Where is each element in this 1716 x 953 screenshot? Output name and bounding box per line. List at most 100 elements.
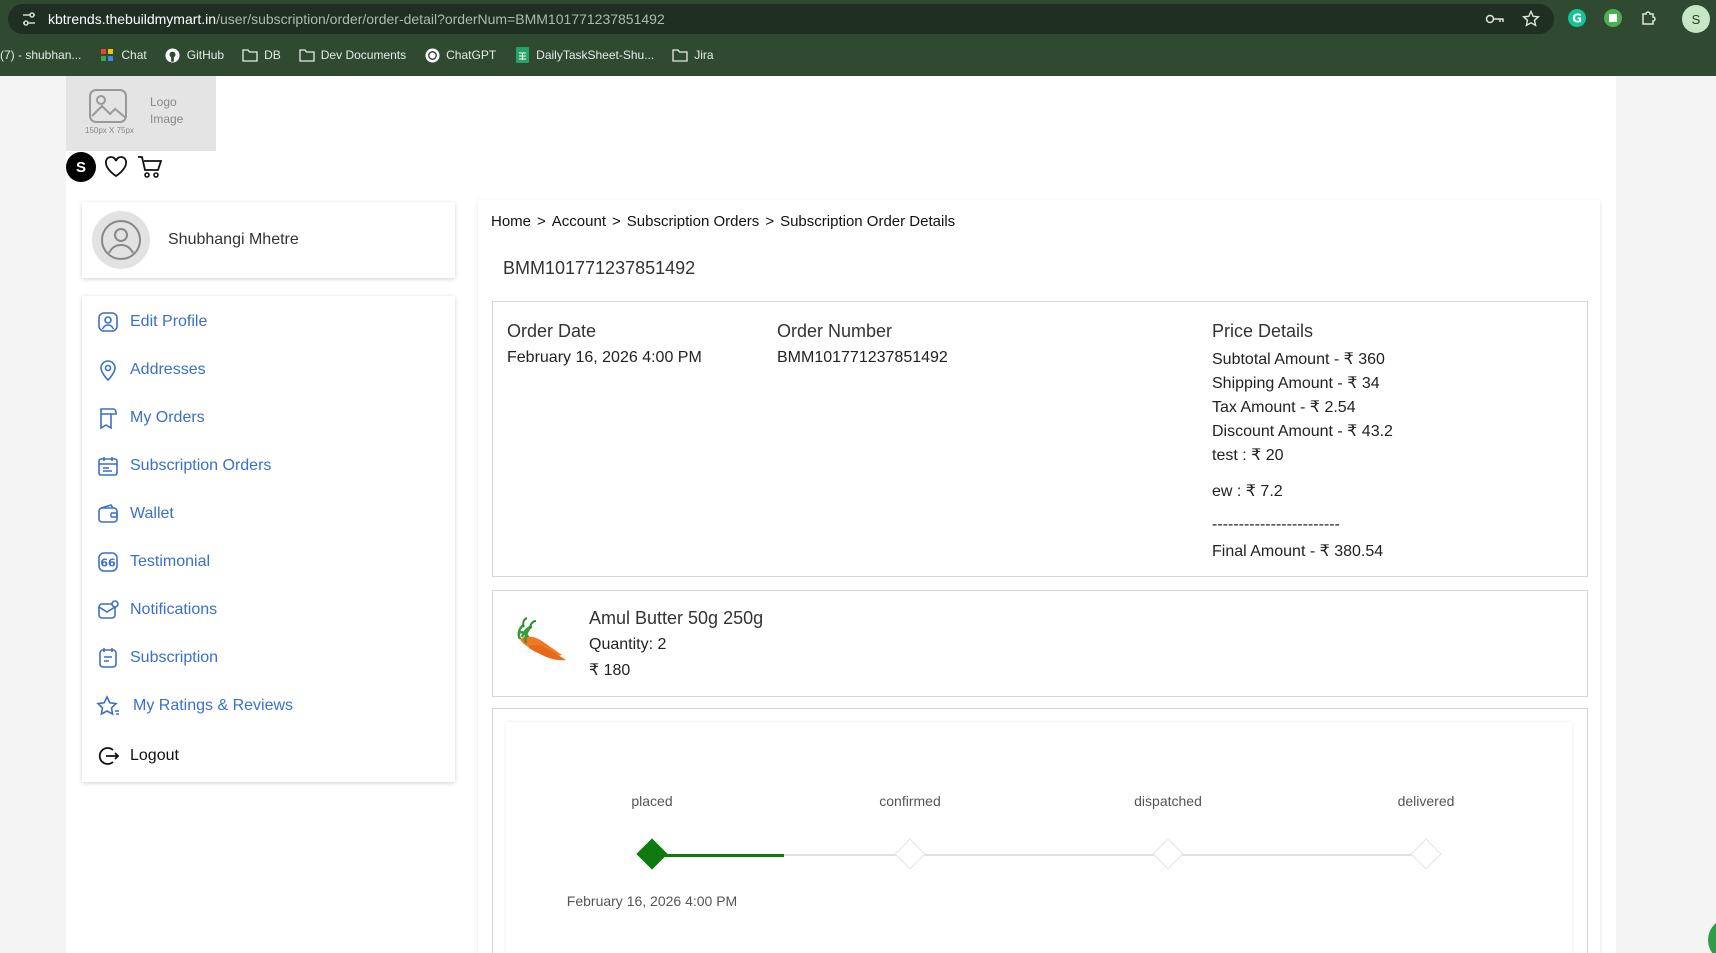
grammarly-icon[interactable]: G [1565, 6, 1589, 30]
price-shipping: Shipping Amount - ₹ 34 [1212, 375, 1380, 392]
logo-size-note: 150px X 75px [85, 126, 134, 135]
mail-notification-icon [96, 598, 120, 622]
menu-item-addresses[interactable]: Addresses [96, 358, 206, 382]
header-actions: S [66, 152, 164, 182]
profile-name: Shubhangi Mhetre [168, 231, 299, 248]
user-icon [96, 310, 120, 334]
address-bar[interactable]: kbtrends.thebuildmymart.in/user/subscrip… [8, 4, 1554, 34]
bookmark-label: GitHub [186, 48, 225, 62]
site-settings-icon[interactable] [18, 8, 40, 30]
logo-placeholder[interactable]: Logo Image 150px X 75px [66, 76, 216, 151]
bookmark-item[interactable]: Chat [99, 47, 147, 63]
bookmark-item[interactable]: GitHub [165, 47, 224, 63]
location-icon [96, 358, 120, 382]
image-placeholder-icon [89, 89, 127, 123]
folder-icon [672, 47, 688, 63]
menu-label: Edit Profile [130, 313, 208, 330]
sheets-icon [514, 47, 530, 63]
breadcrumb-separator: > [537, 213, 546, 230]
browser-profile-avatar[interactable]: S [1682, 5, 1710, 33]
menu-item-edit-profile[interactable]: Edit Profile [96, 310, 207, 334]
menu-item-notifications[interactable]: Notifications [96, 598, 217, 622]
breadcrumb-subscription-orders[interactable]: Subscription Orders [627, 213, 760, 230]
bookmark-item[interactable]: ChatGPT [424, 47, 496, 63]
bookmarks-bar: (7) - shubhan... Chat GitHub DB Dev Docu… [0, 42, 732, 68]
order-date-title: Order Date [507, 321, 597, 341]
folder-icon [242, 47, 258, 63]
bookmark-item[interactable]: (7) - shubhan... [0, 48, 81, 62]
quote-icon: 66 [96, 550, 120, 574]
folder-icon [299, 47, 315, 63]
menu-label: My Orders [130, 409, 205, 426]
page-title: BMM101771237851492 [503, 258, 696, 278]
menu-item-wallet[interactable]: Wallet [96, 502, 174, 526]
price-tax: Tax Amount - ₹ 2.54 [1212, 399, 1356, 416]
svg-text:66: 66 [100, 557, 116, 570]
star-bookmark-icon[interactable] [1520, 8, 1542, 30]
subscription-icon [96, 646, 120, 670]
bookmark-icon [96, 406, 120, 430]
browser-chrome: kbtrends.thebuildmymart.in/user/subscrip… [0, 0, 1716, 76]
menu-label: Subscription Orders [130, 457, 272, 474]
account-menu: Edit Profile Addresses My Orders Subscri… [82, 296, 455, 782]
menu-item-logout[interactable]: Logout [96, 744, 179, 768]
url-text: kbtrends.thebuildmymart.in/user/subscrip… [48, 11, 665, 27]
bookmark-label: Dev Documents [320, 48, 407, 62]
breadcrumb-current: Subscription Order Details [780, 213, 956, 230]
step-date-placed: February 16, 2026 4:00 PM [566, 893, 738, 909]
avatar [92, 211, 150, 269]
step-label-dispatched: dispatched [1134, 793, 1202, 809]
breadcrumb-separator: > [611, 213, 621, 230]
product-name[interactable]: Amul Butter 50g 250g [589, 608, 763, 629]
heart-icon[interactable] [102, 153, 130, 181]
bookmark-item[interactable]: Jira [672, 47, 714, 63]
bookmark-item[interactable]: Dev Documents [299, 47, 406, 63]
carrot-product-image[interactable] [514, 613, 572, 669]
price-discount: Discount Amount - ₹ 43.2 [1212, 423, 1393, 440]
menu-item-subscription[interactable]: Subscription [96, 646, 218, 670]
wallet-icon [96, 502, 120, 526]
svg-text:G: G [1572, 12, 1582, 26]
url-host: kbtrends.thebuildmymart.in [48, 11, 217, 27]
chat-icon [99, 47, 115, 63]
price-ew-charge: ew : ₹ 7.2 [1212, 483, 1283, 500]
extension-icon[interactable] [1601, 6, 1625, 30]
calendar-icon [96, 454, 120, 478]
breadcrumb-home[interactable]: Home [491, 213, 531, 230]
chatgpt-icon [424, 47, 440, 63]
order-number-title: Order Number [777, 321, 893, 341]
order-date-value: February 16, 2026 4:00 PM [507, 349, 702, 366]
github-icon [165, 47, 181, 63]
puzzle-extensions-icon[interactable] [1637, 6, 1661, 30]
user-avatar-button[interactable]: S [66, 152, 96, 182]
bookmark-label: (7) - shubhan... [0, 48, 82, 62]
price-subtotal: Subtotal Amount - ₹ 360 [1212, 351, 1385, 368]
key-icon[interactable] [1484, 8, 1506, 30]
tracking-card [506, 722, 1572, 953]
menu-label: Addresses [130, 361, 206, 378]
step-label-confirmed: confirmed [879, 793, 941, 809]
product-price: ₹ 180 [589, 662, 631, 679]
breadcrumb-account[interactable]: Account [552, 213, 606, 230]
menu-item-testimonial[interactable]: 66 Testimonial [96, 550, 210, 574]
profile-card: Shubhangi Mhetre [82, 202, 455, 278]
bookmark-item[interactable]: DB [242, 47, 281, 63]
step-label-placed: placed [631, 793, 673, 809]
logo-label: Logo Image [150, 95, 184, 126]
chat-fab-button[interactable] [1708, 918, 1716, 953]
price-test-charge: test : ₹ 20 [1212, 447, 1284, 464]
cart-icon[interactable] [136, 153, 164, 181]
bookmark-label: Chat [121, 48, 147, 62]
menu-item-subscription-orders[interactable]: Subscription Orders [96, 454, 271, 478]
price-details-title: Price Details [1212, 321, 1314, 341]
product-quantity: Quantity: 2 [589, 636, 667, 653]
menu-label: Wallet [130, 505, 174, 522]
bookmark-item[interactable]: DailyTaskSheet-Shu... [514, 47, 654, 63]
menu-label: Notifications [130, 601, 218, 618]
menu-label: Subscription [130, 649, 219, 666]
url-path: /user/subscription/order/order-detail?or… [216, 11, 665, 27]
tracking-progress-line [652, 854, 784, 857]
price-divider: ------------------------ [1212, 516, 1340, 533]
menu-item-ratings-reviews[interactable]: My Ratings & Reviews [96, 694, 293, 718]
menu-item-my-orders[interactable]: My Orders [96, 406, 205, 430]
